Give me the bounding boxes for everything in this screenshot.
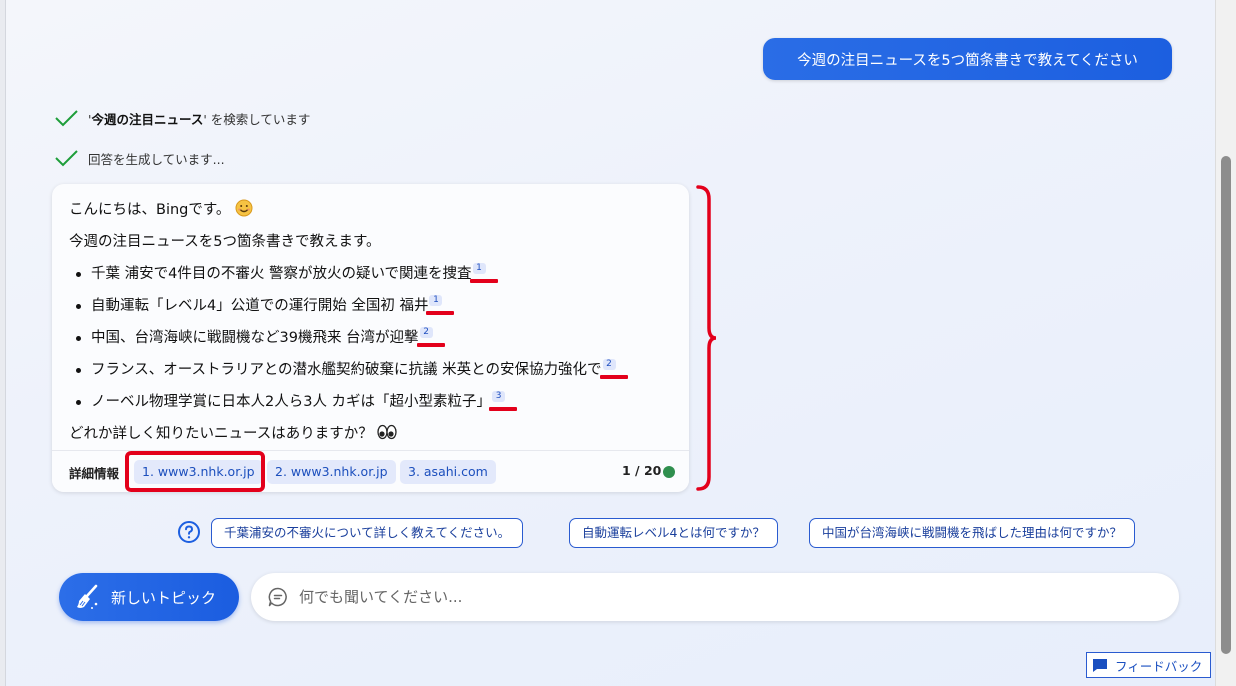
citation-number: 1	[433, 295, 439, 305]
annotation-brace	[696, 185, 717, 491]
status-generating: 回答を生成しています...	[54, 148, 225, 168]
citation-badge[interactable]: 1	[469, 263, 498, 283]
search-status-text: '今週の注目ニュース' を検索しています	[88, 111, 311, 127]
news-item-text: フランス、オーストラリアとの潜水艦契約破棄に抗議 米英との安保協力強化で	[91, 362, 602, 378]
answer-greeting: こんにちは、Bingです。	[69, 194, 679, 226]
status-searching: '今週の注目ニュース' を検索しています	[54, 108, 310, 128]
help-circle-icon	[178, 521, 200, 543]
feedback-button[interactable]: フィードバック	[1086, 652, 1211, 678]
answer-closing: どれか詳しく知りたいニュースはありますか？	[69, 418, 679, 450]
new-topic-label: 新しいトピック	[111, 588, 217, 607]
vertical-scrollbar[interactable]	[1215, 0, 1236, 686]
turn-counter: 1 / 20	[622, 463, 662, 478]
citation-number: 1	[476, 263, 482, 273]
annotation-underline	[426, 311, 455, 315]
learn-more-label: 詳細情報	[69, 466, 120, 481]
annotation-underline	[416, 343, 445, 347]
annotation-underline	[599, 375, 628, 379]
generating-status-text: 回答を生成しています...	[88, 151, 225, 167]
greeting-text: こんにちは、Bingです。	[69, 202, 231, 218]
news-item-text: 千葉 浦安で4件目の不審火 警察が放火の疑いで関連を捜査	[91, 266, 472, 282]
list-item: 千葉 浦安で4件目の不審火 警察が放火の疑いで関連を捜査 1	[69, 258, 679, 290]
broom-icon	[77, 584, 98, 609]
chat-bubble-icon	[268, 587, 287, 607]
new-topic-button[interactable]: 新しいトピック	[59, 573, 239, 621]
list-item: 中国、台湾海峡に戦闘機など39機飛来 台湾が迎撃 2	[69, 322, 679, 354]
list-item: ノーベル物理学賞に日本人2人ら3人 カギは「超小型素粒子」 3	[69, 386, 679, 418]
chat-input[interactable]	[299, 588, 1159, 606]
suggestion-chip-3[interactable]: 中国が台湾海峡に戦闘機を飛ばした理由は何ですか？	[809, 518, 1136, 548]
source-link-2[interactable]: 2. www3.nhk.or.jp	[267, 460, 396, 484]
news-item-text: ノーベル物理学賞に日本人2人ら3人 カギは「超小型素粒子」	[91, 394, 492, 410]
check-icon	[55, 150, 78, 167]
annotation-underline	[469, 279, 498, 283]
status-dot	[663, 466, 675, 478]
feedback-label: フィードバック	[1115, 658, 1203, 674]
source-link-3[interactable]: 3. asahi.com	[400, 460, 496, 484]
answer-intro: 今週の注目ニュースを5つ箇条書きで教えます。	[69, 234, 381, 250]
closing-text: どれか詳しく知りたいニュースはありますか？	[69, 426, 373, 442]
chat-input-box[interactable]	[251, 573, 1179, 621]
suggestion-chip-1[interactable]: 千葉浦安の不審火について詳しく教えてください。	[211, 518, 524, 548]
news-item-text: 自動運転「レベル4」公道での運行開始 全国初 福井	[91, 298, 429, 314]
check-icon	[55, 110, 78, 127]
news-list: 千葉 浦安で4件目の不審火 警察が放火の疑いで関連を捜査 1 自動運転「レベル4」…	[69, 258, 679, 418]
answer-body: こんにちは、Bingです。 今週の注目ニュースを5つ箇条書きで教えます。 千葉 …	[69, 194, 679, 450]
citation-number: 3	[495, 391, 502, 401]
feedback-icon	[1093, 658, 1107, 672]
user-message-text: 今週の注目ニュースを5つ箇条書きで教えてください	[797, 52, 1138, 69]
citation-badge[interactable]: 3	[489, 391, 518, 411]
citation-badge[interactable]: 1	[426, 295, 455, 315]
citation-badge[interactable]: 2	[416, 327, 445, 347]
search-status-suffix: を検索しています	[210, 111, 311, 127]
list-item: フランス、オーストラリアとの潜水艦契約破棄に抗議 米英との安保協力強化で 2	[69, 354, 679, 386]
citation-badge[interactable]: 2	[599, 359, 628, 379]
smile-emoji-icon	[235, 199, 253, 217]
suggestion-chip-2[interactable]: 自動運転レベル4とは何ですか？	[569, 518, 778, 548]
window-frame-left	[0, 0, 6, 686]
citation-number: 2	[423, 327, 429, 337]
user-message-bubble: 今週の注目ニュースを5つ箇条書きで教えてください	[763, 38, 1172, 80]
source-link-1[interactable]: 1. www3.nhk.or.jp	[134, 460, 263, 484]
citation-number: 2	[606, 359, 612, 369]
annotation-underline	[489, 407, 518, 411]
eyes-emoji-icon	[377, 424, 398, 440]
scrollbar-thumb[interactable]	[1221, 156, 1231, 654]
news-item-text: 中国、台湾海峡に戦闘機など39機飛来 台湾が迎撃	[91, 330, 419, 346]
answer-footer: 詳細情報 1. www3.nhk.or.jp 2. www3.nhk.or.jp…	[52, 450, 689, 492]
list-item: 自動運転「レベル4」公道での運行開始 全国初 福井 1	[69, 290, 679, 322]
answer-card: こんにちは、Bingです。 今週の注目ニュースを5つ箇条書きで教えます。 千葉 …	[52, 184, 689, 492]
search-query: 今週の注目ニュース	[91, 111, 204, 127]
